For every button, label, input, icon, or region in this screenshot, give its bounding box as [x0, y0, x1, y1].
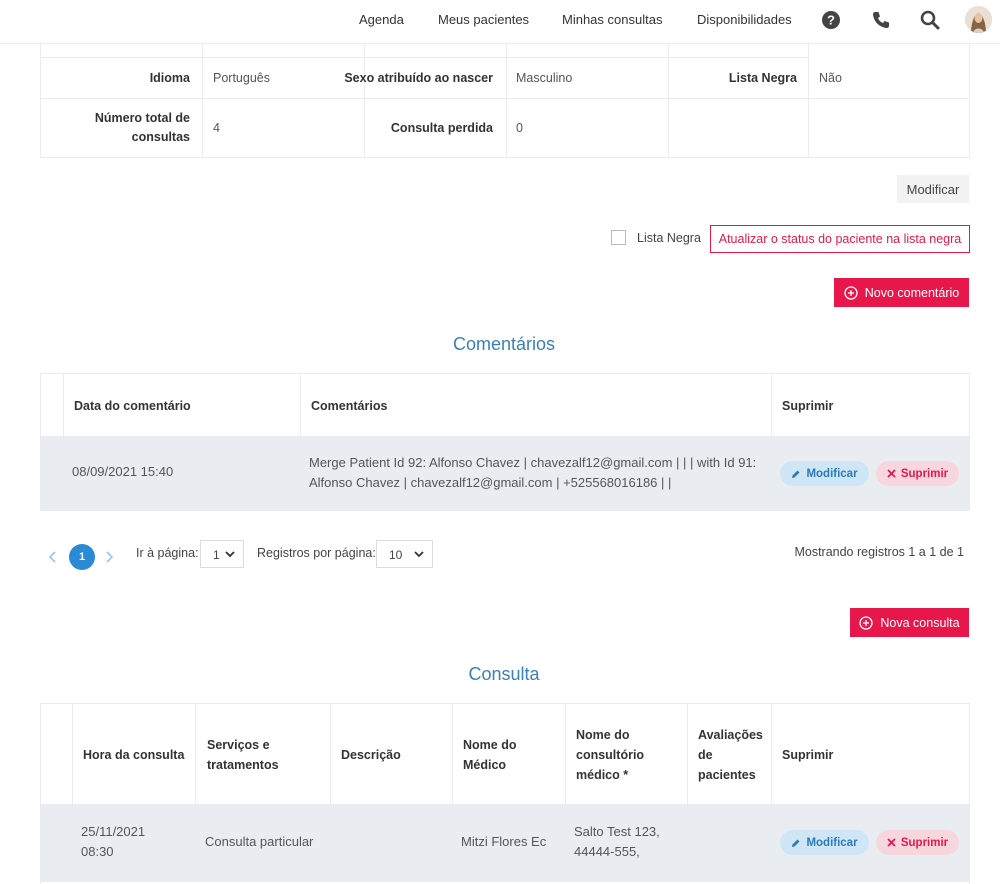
consult-header-delete: Suprimir	[782, 748, 834, 762]
phone-icon[interactable]	[870, 9, 892, 31]
comments-table: Data do comentário Comentários Suprimir …	[40, 373, 970, 511]
label-consulta-perdida: Consulta perdida	[390, 121, 493, 135]
pencil-icon	[792, 839, 800, 847]
per-page-value: 10	[389, 548, 403, 562]
consult-office-line-1: Salto Test 123,	[574, 824, 660, 839]
consult-header-consultorio-1[interactable]: Nome do	[576, 728, 629, 742]
consult-doctor: Mitzi Flores Ec	[461, 834, 547, 849]
consult-header-medico-2[interactable]: Médico	[463, 758, 506, 772]
consult-header-descricao[interactable]: Descrição	[341, 748, 401, 762]
consult-table: Hora da consulta Serviços e tratamentos …	[40, 703, 970, 884]
consult-header-medico-1[interactable]: Nome do	[463, 738, 516, 752]
label-idioma: Idioma	[149, 71, 190, 85]
chevron-left-icon[interactable]	[48, 550, 58, 564]
new-comment-label: Novo comentário	[864, 285, 960, 300]
update-blacklist-button[interactable]: Atualizar o status do paciente na lista …	[710, 225, 970, 253]
consult-service: Consulta particular	[205, 834, 314, 849]
nav-minhas-consultas[interactable]: Minhas consultas	[562, 12, 662, 27]
value-total-consultas: 4	[213, 121, 220, 135]
plus-circle-icon	[844, 285, 858, 300]
consult-date-line-2: 08:30	[81, 844, 114, 859]
blacklist-checkbox[interactable]	[611, 230, 626, 245]
value-sexo: Masculino	[516, 71, 573, 85]
new-consult-label: Nova consulta	[880, 615, 960, 630]
label-sexo: Sexo atribuído ao nascer	[344, 71, 493, 85]
consult-title: Consulta	[468, 664, 540, 684]
consult-header-consultorio-2[interactable]: consultório	[576, 748, 644, 762]
top-navigation: Agenda Meus pacientes Minhas consultas D…	[0, 0, 1000, 44]
chevron-down-icon	[225, 551, 235, 558]
comments-header-delete: Suprimir	[782, 399, 834, 413]
pagination-current-page[interactable]: 1	[69, 544, 95, 570]
chevron-down-icon	[414, 551, 424, 558]
comments-header-date[interactable]: Data do comentário	[74, 399, 191, 413]
table-row: 08/09/2021 15:40 Merge Patient Id 92: Al…	[41, 436, 969, 511]
consult-header-servicos-1[interactable]: Serviços e	[207, 738, 270, 752]
goto-page-label: Ir à página:	[136, 546, 199, 560]
value-idioma: Português	[213, 71, 270, 85]
x-icon	[887, 469, 896, 478]
nav-disponibilidades[interactable]: Disponibilidades	[697, 12, 792, 27]
value-lista-negra: Não	[819, 71, 842, 85]
label-total-consultas-1: Número total de	[94, 111, 190, 125]
delete-consult-label: Suprimir	[900, 836, 949, 849]
consult-header-hora[interactable]: Hora da consulta	[83, 748, 184, 762]
consult-header-avaliacoes-3[interactable]: pacientes	[698, 768, 756, 782]
x-icon	[887, 838, 896, 847]
user-avatar[interactable]	[965, 6, 992, 33]
table-row: 25/11/2021 08:30 Consulta particular Mit…	[41, 804, 969, 882]
per-page-select[interactable]: 10	[376, 540, 433, 568]
per-page-label: Registros por página:	[257, 546, 376, 560]
delete-comment-label: Suprimir	[900, 467, 949, 480]
new-comment-button[interactable]: Novo comentário	[834, 278, 969, 307]
label-total-consultas-2: consultas	[131, 130, 190, 144]
label-lista-negra: Lista Negra	[728, 71, 797, 85]
records-summary: Mostrando registros 1 a 1 de 1	[794, 545, 964, 559]
consult-header-servicos-2[interactable]: tratamentos	[207, 758, 279, 772]
new-consult-button[interactable]: Nova consulta	[850, 608, 969, 637]
patient-info-table: Idioma Português Sexo atribuído ao nasce…	[40, 44, 970, 158]
pencil-icon	[792, 470, 800, 478]
blacklist-checkbox-label: Lista Negra	[637, 231, 701, 245]
delete-comment-button[interactable]: Suprimir	[876, 461, 959, 486]
value-consulta-perdida: 0	[516, 121, 523, 135]
consult-header-consultorio-3[interactable]: médico *	[576, 768, 628, 782]
comments-header-text[interactable]: Comentários	[311, 399, 387, 413]
nav-agenda[interactable]: Agenda	[359, 12, 404, 27]
modify-consult-label: Modificar	[806, 836, 858, 849]
help-circle-icon[interactable]: ?	[820, 9, 842, 31]
delete-consult-button[interactable]: Suprimir	[876, 830, 959, 855]
comment-date: 08/09/2021 15:40	[72, 464, 174, 479]
chevron-right-icon[interactable]	[104, 550, 114, 564]
modify-comment-label: Modificar	[806, 467, 858, 480]
goto-page-select[interactable]: 1	[200, 540, 244, 568]
goto-page-value: 1	[213, 548, 220, 562]
svg-text:?: ?	[827, 13, 835, 28]
modify-consult-button[interactable]: Modificar	[780, 830, 869, 855]
consult-date-line-1: 25/11/2021	[81, 824, 146, 839]
consult-header-avaliacoes-1[interactable]: Avaliações	[698, 728, 763, 742]
comments-title: Comentários	[452, 334, 556, 354]
modify-patient-button[interactable]: Modificar	[897, 175, 969, 203]
search-icon[interactable]	[919, 9, 941, 31]
consult-header-avaliacoes-2[interactable]: de	[698, 748, 713, 762]
modify-comment-button[interactable]: Modificar	[780, 461, 869, 486]
nav-meus-pacientes[interactable]: Meus pacientes	[438, 12, 529, 27]
consult-office-line-2: 44444-555,	[574, 844, 640, 859]
plus-circle-icon	[859, 615, 874, 630]
comment-text-line-1: Merge Patient Id 92: Alfonso Chavez | ch…	[309, 455, 757, 470]
comment-text-line-2: Alfonso Chavez | chavezalf12@gmail.com |…	[309, 475, 672, 490]
